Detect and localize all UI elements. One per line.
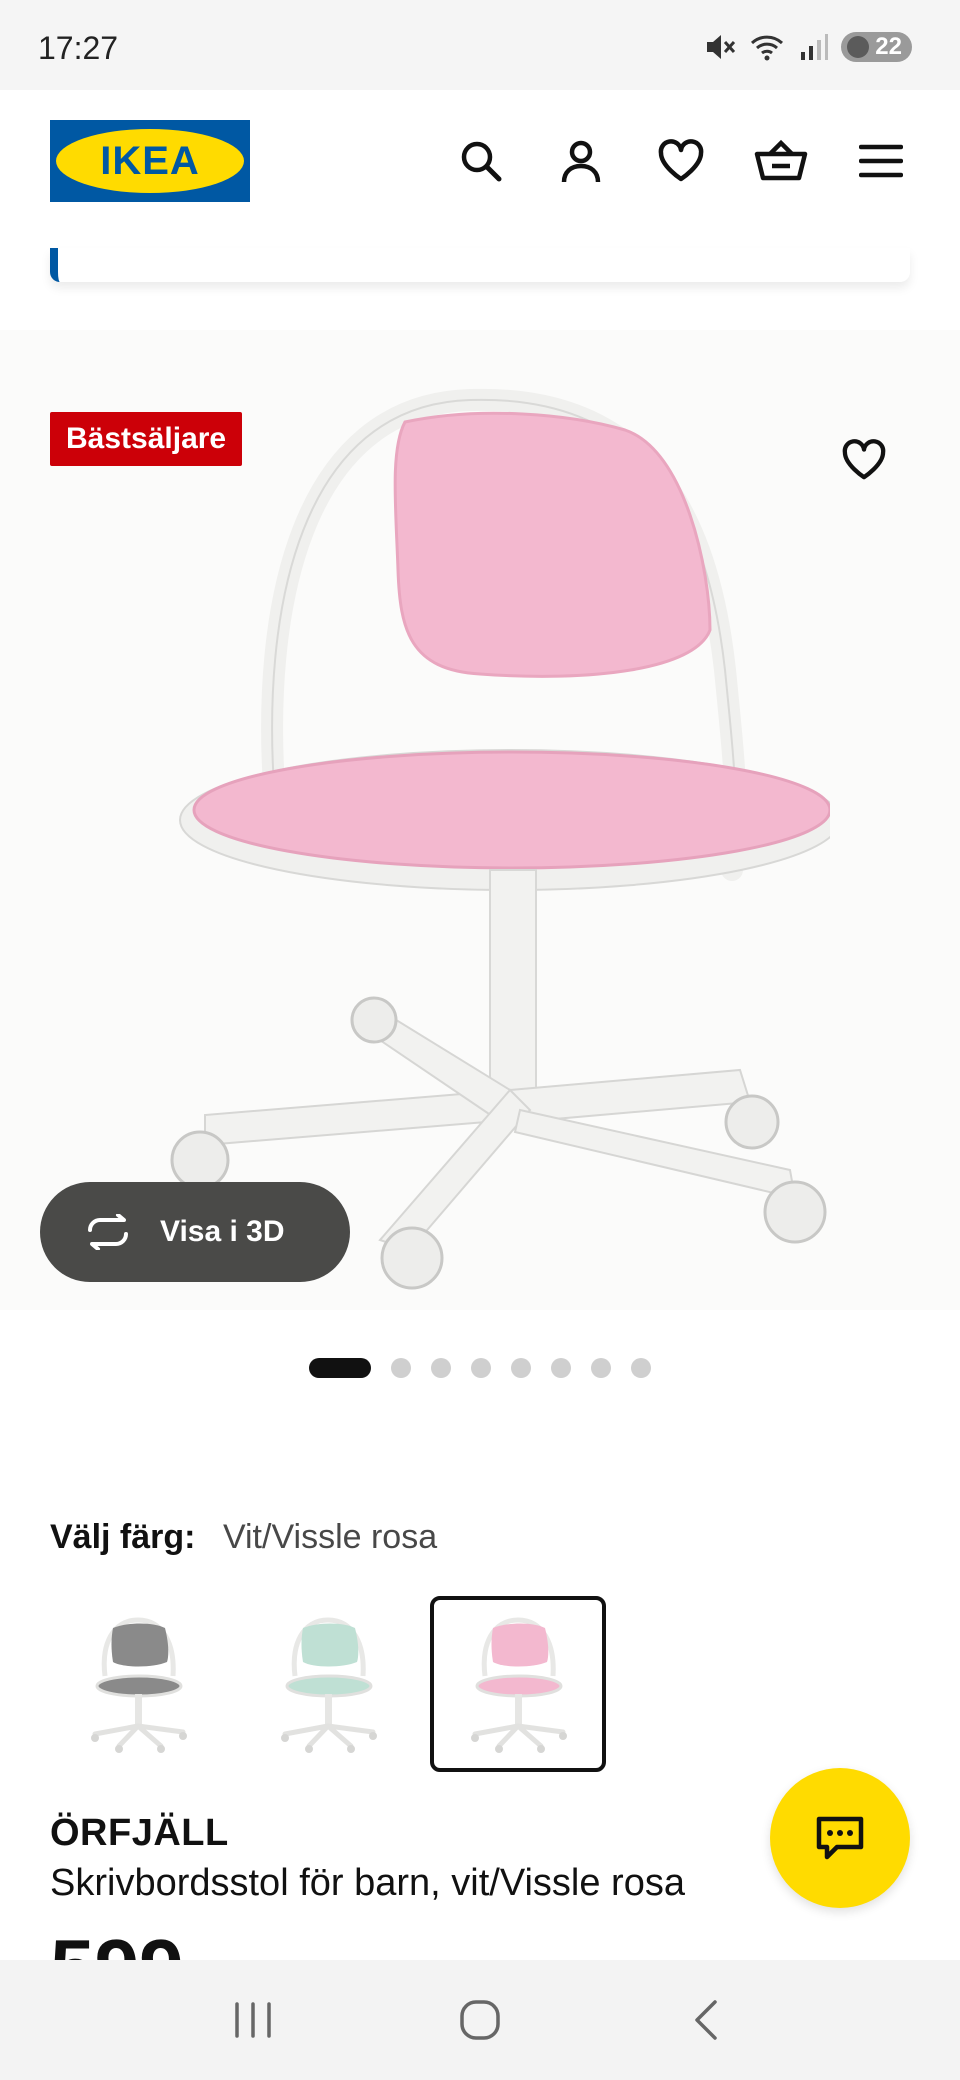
- heart-icon: [842, 439, 886, 480]
- gallery-pagination: [0, 1358, 960, 1378]
- bestseller-badge: Bästsäljare: [50, 412, 243, 466]
- wishlist-button[interactable]: [652, 132, 710, 190]
- color-swatch-grey[interactable]: [50, 1596, 226, 1772]
- product-image-chair[interactable]: [150, 370, 830, 1290]
- account-button[interactable]: [552, 132, 610, 190]
- search-button[interactable]: [452, 132, 510, 190]
- chair-thumbnail: [281, 1617, 377, 1753]
- menu-button[interactable]: [852, 132, 910, 190]
- basket-button[interactable]: [752, 132, 810, 190]
- gallery-dot[interactable]: [431, 1358, 451, 1378]
- status-bar: 17:27 22: [0, 0, 960, 90]
- wifi-icon: [751, 35, 784, 61]
- chat-icon: [816, 1816, 864, 1860]
- color-swatches: [50, 1596, 606, 1772]
- signal-icon: [801, 34, 829, 60]
- add-to-wishlist-button[interactable]: [836, 432, 892, 488]
- color-selector-row: Välj färg: Vit/Vissle rosa: [50, 1518, 437, 1557]
- recent-apps-icon: [235, 2002, 272, 2038]
- back-button[interactable]: [667, 1980, 747, 2060]
- user-icon: [561, 140, 601, 183]
- header-icons: [452, 132, 910, 190]
- gallery-dot[interactable]: [591, 1358, 611, 1378]
- heart-icon: [658, 139, 704, 182]
- gallery-dot[interactable]: [551, 1358, 571, 1378]
- gallery-dot[interactable]: [471, 1358, 491, 1378]
- site-header: IKEA: [0, 90, 960, 250]
- home-button[interactable]: [440, 1980, 520, 2060]
- gallery-dot[interactable]: [511, 1358, 531, 1378]
- back-icon: [694, 2000, 717, 2040]
- gallery-dot[interactable]: [631, 1358, 651, 1378]
- logo-oval: IKEA: [56, 129, 244, 193]
- ikea-logo[interactable]: IKEA: [50, 120, 250, 202]
- search-icon: [461, 141, 502, 182]
- gallery-dot[interactable]: [309, 1358, 371, 1378]
- mute-icon: [707, 35, 736, 59]
- view-in-3d-label: Visa i 3D: [160, 1215, 285, 1248]
- product-description: Skrivbordsstol för barn, vit/Vissle rosa: [50, 1862, 685, 1904]
- basket-icon: [754, 139, 808, 181]
- recent-apps-button[interactable]: [213, 1980, 293, 2060]
- color-swatch-pink[interactable]: [430, 1596, 606, 1772]
- chair-thumbnail: [91, 1617, 187, 1753]
- status-icons: 22: [703, 32, 912, 62]
- home-icon: [460, 2000, 500, 2040]
- logo-text: IKEA: [100, 138, 200, 183]
- product-name: ÖRFJÄLL: [50, 1812, 229, 1854]
- view-in-3d-button[interactable]: Visa i 3D: [40, 1182, 350, 1282]
- status-time: 17:27: [38, 30, 119, 66]
- color-value: Vit/Vissle rosa: [222, 1518, 438, 1556]
- system-navigation-bar: [0, 1960, 960, 2080]
- info-banner[interactable]: [50, 248, 910, 282]
- color-label: Välj färg:: [50, 1518, 196, 1556]
- color-swatch-green[interactable]: [240, 1596, 416, 1772]
- battery-indicator: 22: [841, 32, 912, 62]
- chair-thumbnail: [471, 1617, 567, 1753]
- gallery-dot[interactable]: [391, 1358, 411, 1378]
- menu-icon: [859, 144, 903, 178]
- rotate-3d-icon: [88, 1214, 128, 1250]
- product-price: 599: [50, 1928, 183, 1960]
- chat-button[interactable]: [770, 1768, 910, 1908]
